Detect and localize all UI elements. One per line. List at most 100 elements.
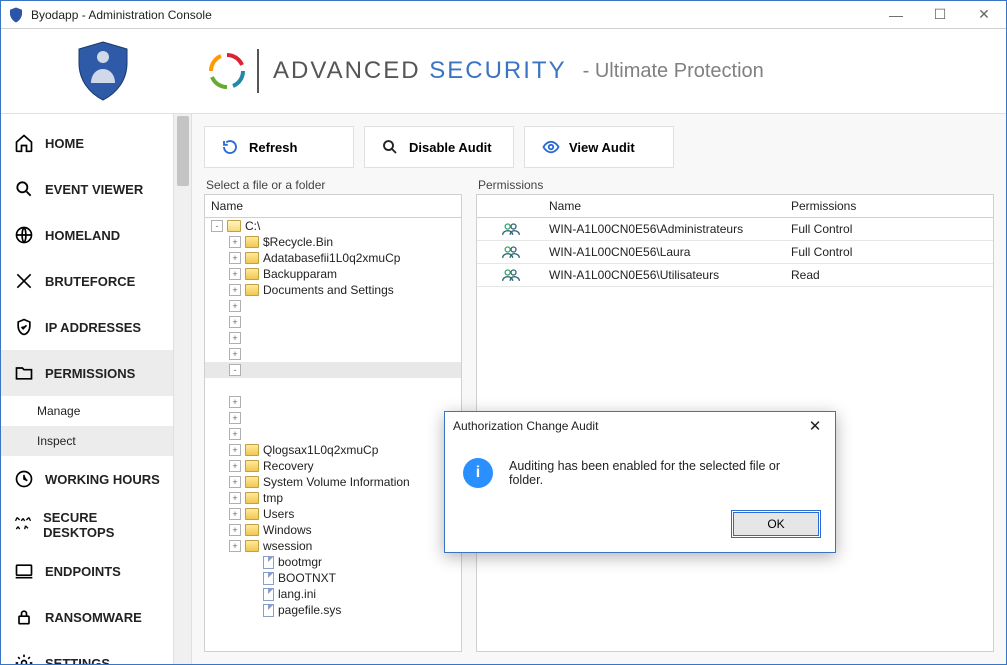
folder-icon <box>245 540 259 552</box>
tree-row[interactable]: + wsession <box>205 538 461 554</box>
sidebar-item-permissions[interactable]: PERMISSIONS <box>1 350 173 396</box>
sidebar-item-homeland[interactable]: HOMELAND <box>1 212 173 258</box>
sidebar-item-label: BRUTEFORCE <box>45 274 135 289</box>
shield-logo-icon <box>71 39 135 103</box>
sidebar-item-ip-addresses[interactable]: IP ADDRESSES <box>1 304 173 350</box>
tree-row[interactable]: +Windows <box>205 522 461 538</box>
tree-expander[interactable]: + <box>229 316 241 328</box>
tree-row[interactable] <box>205 378 461 394</box>
view-audit-button[interactable]: View Audit <box>524 126 674 168</box>
permission-row[interactable]: WIN-A1L00CN0E56\AdministrateursFull Cont… <box>477 218 993 241</box>
tree-row[interactable]: - <box>205 362 461 378</box>
sidebar-item-endpoints[interactable]: ENDPOINTS <box>1 548 173 594</box>
tree-row[interactable]: + <box>205 426 461 442</box>
tree-row[interactable]: -C:\ <box>205 218 461 234</box>
sidebar-sub-inspect[interactable]: Inspect <box>1 426 173 456</box>
sidebar-icon <box>13 132 35 154</box>
folder-icon <box>245 252 259 264</box>
tree-row[interactable]: + <box>205 314 461 330</box>
tree-row[interactable]: BOOTNXT <box>205 570 461 586</box>
tree-row[interactable]: +System Volume Information <box>205 474 461 490</box>
toolbar: Refresh Disable Audit View Audit <box>204 126 994 168</box>
sidebar-icon <box>13 178 35 200</box>
tree-expander[interactable]: + <box>229 540 241 552</box>
tree-row[interactable]: pagefile.sys <box>205 602 461 618</box>
folder-icon <box>245 524 259 536</box>
tree-expander[interactable]: + <box>229 476 241 488</box>
tree-expander[interactable]: + <box>229 268 241 280</box>
tree-expander[interactable]: + <box>229 300 241 312</box>
folder-icon <box>245 476 259 488</box>
tree-expander[interactable]: + <box>229 492 241 504</box>
tree-row[interactable]: + <box>205 298 461 314</box>
tree-expander[interactable]: + <box>229 428 241 440</box>
tree-row[interactable]: +Users <box>205 506 461 522</box>
tree-expander[interactable]: + <box>229 508 241 520</box>
tree-expander[interactable]: + <box>229 444 241 456</box>
tree-label: tmp <box>263 491 283 505</box>
tree-row[interactable]: bootmgr <box>205 554 461 570</box>
sidebar-item-bruteforce[interactable]: BRUTEFORCE <box>1 258 173 304</box>
dialog-message: Auditing has been enabled for the select… <box>509 459 817 487</box>
tree-expander[interactable]: + <box>229 396 241 408</box>
folder-tree[interactable]: -C:\+$Recycle.Bin+Adatabasefii1L0q2xmuCp… <box>205 218 461 618</box>
tree-expander[interactable]: + <box>229 332 241 344</box>
user-group-icon <box>501 222 517 236</box>
sidebar-item-event-viewer[interactable]: EVENT VIEWER <box>1 166 173 212</box>
sidebar-icon <box>13 468 35 490</box>
tree-row[interactable]: + <box>205 394 461 410</box>
tree-row[interactable]: + <box>205 346 461 362</box>
tree-row[interactable]: +$Recycle.Bin <box>205 234 461 250</box>
sidebar-item-working-hours[interactable]: WORKING HOURS <box>1 456 173 502</box>
sidebar-item-ransomware[interactable]: RANSOMWARE <box>1 594 173 640</box>
disable-audit-button[interactable]: Disable Audit <box>364 126 514 168</box>
sidebar-item-label: ENDPOINTS <box>45 564 121 579</box>
tree-row[interactable]: + <box>205 410 461 426</box>
sidebar-item-home[interactable]: HOME <box>1 120 173 166</box>
sidebar-scrollbar[interactable] <box>174 114 192 664</box>
perm-name: WIN-A1L00CN0E56\Utilisateurs <box>541 264 783 286</box>
tree-expander[interactable]: + <box>229 460 241 472</box>
permission-row[interactable]: WIN-A1L00CN0E56\LauraFull Control <box>477 241 993 264</box>
minimize-button[interactable]: — <box>874 1 918 29</box>
tree-expander[interactable]: + <box>229 252 241 264</box>
user-group-icon <box>501 245 517 259</box>
sidebar-item-settings[interactable]: SETTINGS <box>1 640 173 664</box>
tree-row[interactable]: +Adatabasefii1L0q2xmuCp <box>205 250 461 266</box>
tree-row[interactable]: + Backupparam <box>205 266 461 282</box>
tree-label: Backupparam <box>263 267 337 281</box>
eye-icon <box>541 138 559 156</box>
tree-expander[interactable]: + <box>229 348 241 360</box>
dialog-close-button[interactable]: ✕ <box>803 414 827 438</box>
tree-row[interactable]: +Documents and Settings <box>205 282 461 298</box>
tree-expander[interactable]: + <box>229 412 241 424</box>
titlebar: Byodapp - Administration Console — ☐ ✕ <box>1 1 1006 29</box>
header: ADVANCED SECURITY - Ultimate Protection <box>1 29 1006 114</box>
scroll-thumb[interactable] <box>177 116 189 186</box>
tree-label: BOOTNXT <box>278 571 336 585</box>
sidebar-item-secure-desktops[interactable]: SECURE DESKTOPS <box>1 502 173 548</box>
sidebar-sub-manage[interactable]: Manage <box>1 396 173 426</box>
tree-expander[interactable]: - <box>211 220 223 232</box>
tree-expander[interactable]: + <box>229 524 241 536</box>
brand-logo: ADVANCED SECURITY - Ultimate Protection <box>207 49 764 93</box>
tree-row[interactable]: lang.ini <box>205 586 461 602</box>
tree-label: wsession <box>263 539 312 553</box>
tree-row[interactable]: +Recovery <box>205 458 461 474</box>
dialog-ok-button[interactable]: OK <box>733 512 819 536</box>
tree-row[interactable]: + <box>205 330 461 346</box>
refresh-button[interactable]: Refresh <box>204 126 354 168</box>
sidebar-item-label: HOME <box>45 136 84 151</box>
tree-row[interactable]: + tmp <box>205 490 461 506</box>
tree-expander[interactable]: - <box>229 364 241 376</box>
permission-row[interactable]: WIN-A1L00CN0E56\UtilisateursRead <box>477 264 993 287</box>
tree-expander[interactable]: + <box>229 236 241 248</box>
maximize-button[interactable]: ☐ <box>918 1 962 29</box>
app-shield-icon <box>7 6 25 24</box>
folder-icon <box>245 444 259 456</box>
magnifier-icon <box>381 138 399 156</box>
close-button[interactable]: ✕ <box>962 1 1006 29</box>
tree-expander[interactable]: + <box>229 284 241 296</box>
tree-label: pagefile.sys <box>278 603 341 617</box>
tree-row[interactable]: +Qlogsax1L0q2xmuCp <box>205 442 461 458</box>
